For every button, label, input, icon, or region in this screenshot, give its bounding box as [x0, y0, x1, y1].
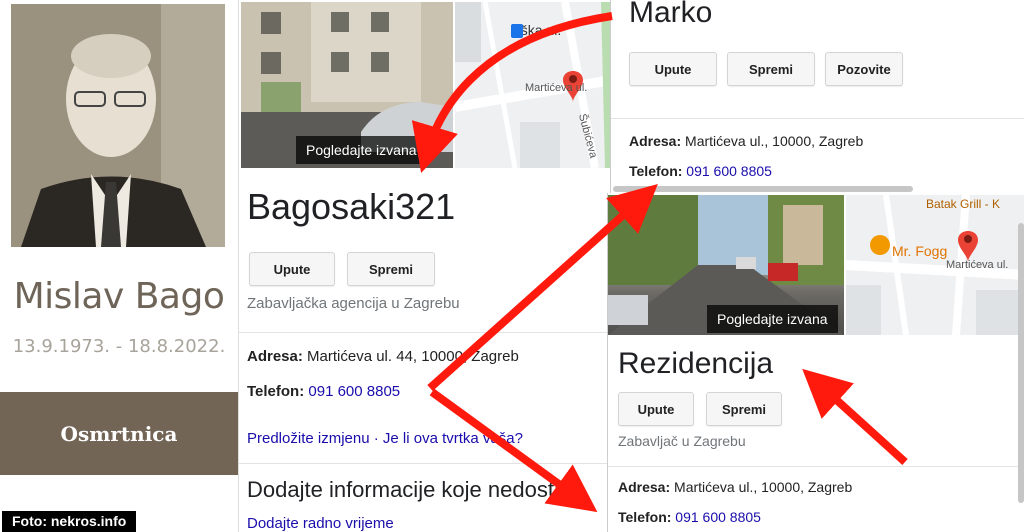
add-info-heading: Dodajte informacije koje nedostaju — [247, 477, 584, 502]
save-button[interactable]: Spremi — [727, 52, 815, 86]
save-button[interactable]: Spremi — [347, 252, 435, 286]
directions-button[interactable]: Upute — [249, 252, 335, 286]
address-value: Martićeva ul. 44, 10000, Zagreb — [307, 348, 519, 365]
phone-label: Telefon: — [629, 163, 683, 179]
phone-link[interactable]: 091 600 8805 — [686, 163, 772, 179]
vertical-scrollbar[interactable] — [1018, 223, 1024, 503]
address-row: Adresa: Martićeva ul. 44, 10000, Zagreb — [247, 348, 519, 365]
call-button[interactable]: Pozovite — [825, 52, 903, 86]
streetview-label[interactable]: Pogledajte izvana — [707, 305, 838, 333]
map-street-label: Martićeva ul. — [525, 82, 588, 94]
map-place-label-top: Batak Grill - K — [926, 197, 1001, 211]
directions-button[interactable]: Upute — [618, 392, 694, 426]
map-street-label: Martićeva ul. — [946, 259, 1009, 271]
obituary-button[interactable]: Osmrtnica — [0, 392, 238, 475]
suggest-edit-link[interactable]: Predložite izmjenu — [247, 430, 370, 447]
divider — [239, 332, 611, 333]
address-row: Adresa: Martićeva ul., 10000, Zagreb — [618, 479, 852, 495]
map-place-label: Mr. Fogg — [892, 243, 948, 259]
own-business-link[interactable]: Je li ova tvrtka vaša? — [383, 430, 523, 447]
address-label: Adresa: — [618, 479, 671, 495]
deceased-name: Mislav Bago — [13, 276, 225, 317]
phone-link[interactable]: 091 600 8805 — [675, 509, 761, 525]
divider — [611, 118, 1024, 119]
business-panel-bagosaki: Pogledajte izvana aška ul. Martićeva ul.… — [238, 0, 611, 532]
edit-links-row: Predložite izmjenu · Je li ova tvrtka va… — [247, 430, 523, 447]
address-label: Adresa: — [629, 133, 682, 149]
phone-label: Telefon: — [247, 383, 305, 400]
business-title: Rezidencija — [618, 347, 774, 380]
address-row: Adresa: Martićeva ul., 10000, Zagreb — [629, 133, 863, 149]
business-title: Marko — [629, 0, 713, 29]
photo-credit: Foto: nekros.info — [2, 511, 137, 532]
add-hours-link[interactable]: Dodajte radno vrijeme — [247, 515, 394, 532]
business-panel-marko: Marko Upute Spremi Pozovite Adresa: Mart… — [610, 0, 1024, 194]
phone-link[interactable]: 091 600 8805 — [308, 383, 400, 400]
divider — [608, 466, 1024, 467]
divider — [239, 463, 611, 464]
add-hours-label[interactable]: Dodajte radno vrijeme — [247, 515, 394, 532]
business-category: Zabavljačka agencija u Zagrebu — [247, 295, 460, 312]
save-button[interactable]: Spremi — [706, 392, 782, 426]
address-value: Martićeva ul., 10000, Zagreb — [674, 479, 853, 495]
horizontal-scrollbar[interactable] — [613, 186, 913, 192]
separator: · — [373, 430, 379, 447]
phone-row: Telefon: 091 600 8805 — [618, 509, 761, 525]
memorial-section: Mislav Bago 13.9.1973. - 18.8.2022. Osmr… — [0, 0, 238, 532]
business-category: Zabavljač u Zagrebu — [618, 433, 746, 449]
portrait-photo — [11, 4, 225, 247]
directions-button[interactable]: Upute — [629, 52, 717, 86]
life-dates: 13.9.1973. - 18.8.2022. — [12, 336, 226, 357]
address-value: Martićeva ul., 10000, Zagreb — [685, 133, 864, 149]
phone-row: Telefon: 091 600 8805 — [247, 383, 400, 400]
business-panel-rezidencija: Pogledajte izvana Batak Grill - K Mr. Fo… — [607, 193, 1024, 532]
address-label: Adresa: — [247, 348, 303, 365]
business-title: Bagosaki321 — [247, 186, 456, 227]
streetview-label[interactable]: Pogledajte izvana — [296, 136, 427, 164]
phone-row: Telefon: 091 600 8805 — [629, 163, 772, 179]
phone-label: Telefon: — [618, 509, 672, 525]
